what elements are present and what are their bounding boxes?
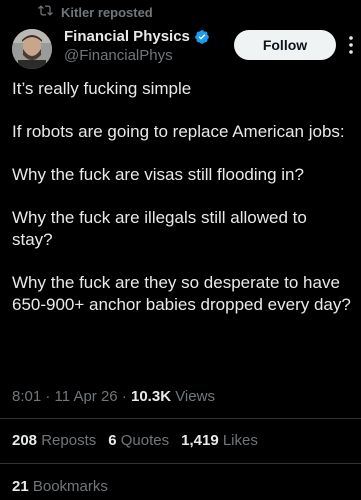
tweet-meta: 8:01 · 11 Apr 26 · 10.3K Views — [12, 388, 215, 405]
quotes-label: Quotes — [120, 432, 170, 449]
reposts-label: Reposts — [41, 432, 97, 449]
tweet-date[interactable]: 11 Apr 26 — [55, 388, 118, 405]
quotes-count: 6 — [108, 432, 117, 449]
bookmarks-stat[interactable]: 21 Bookmarks — [12, 478, 108, 495]
bookmarks-label: Bookmarks — [32, 478, 108, 495]
verified-badge-icon — [194, 29, 210, 45]
tweet-paragraph: It’s really fucking simple — [12, 79, 192, 98]
tweet-header: Financial Physics @FinancialPhys Follow — [12, 26, 353, 70]
quotes-stat[interactable]: 6 Quotes — [108, 432, 169, 449]
views-count[interactable]: 10.3K — [131, 388, 171, 405]
tweet-paragraph: Why the fuck are they so desperate to ha… — [12, 273, 351, 314]
likes-label: Likes — [222, 432, 258, 449]
tweet-time[interactable]: 8:01 — [12, 388, 41, 405]
divider — [0, 418, 361, 419]
likes-count: 1,419 — [181, 432, 219, 449]
repost-icon — [38, 3, 53, 21]
avatar[interactable] — [12, 29, 52, 69]
follow-button[interactable]: Follow — [234, 30, 336, 60]
engagement-stats: 208 Reposts 6 Quotes 1,419 Likes — [12, 432, 258, 449]
divider — [0, 463, 361, 464]
reposts-count: 208 — [12, 432, 38, 449]
tweet-paragraph: If robots are going to replace American … — [12, 122, 345, 141]
more-vertical-icon[interactable] — [343, 34, 359, 56]
likes-stat[interactable]: 1,419 Likes — [181, 432, 258, 449]
repost-text: Kitler reposted — [61, 4, 153, 20]
author-handle[interactable]: @FinancialPhys — [64, 47, 210, 64]
reposts-stat[interactable]: 208 Reposts — [12, 432, 96, 449]
tweet-text: It’s really fucking simple If robots are… — [12, 78, 352, 316]
tweet-paragraph: Why the fuck are visas still flooding in… — [12, 165, 304, 184]
views-label: Views — [175, 388, 215, 405]
tweet-paragraph: Why the fuck are illegals still allowed … — [12, 208, 307, 249]
author-names[interactable]: Financial Physics @FinancialPhys — [64, 28, 210, 64]
repost-indicator[interactable]: Kitler reposted — [38, 3, 153, 21]
author-display-name[interactable]: Financial Physics — [64, 28, 190, 45]
bookmarks-count: 21 — [12, 478, 29, 495]
